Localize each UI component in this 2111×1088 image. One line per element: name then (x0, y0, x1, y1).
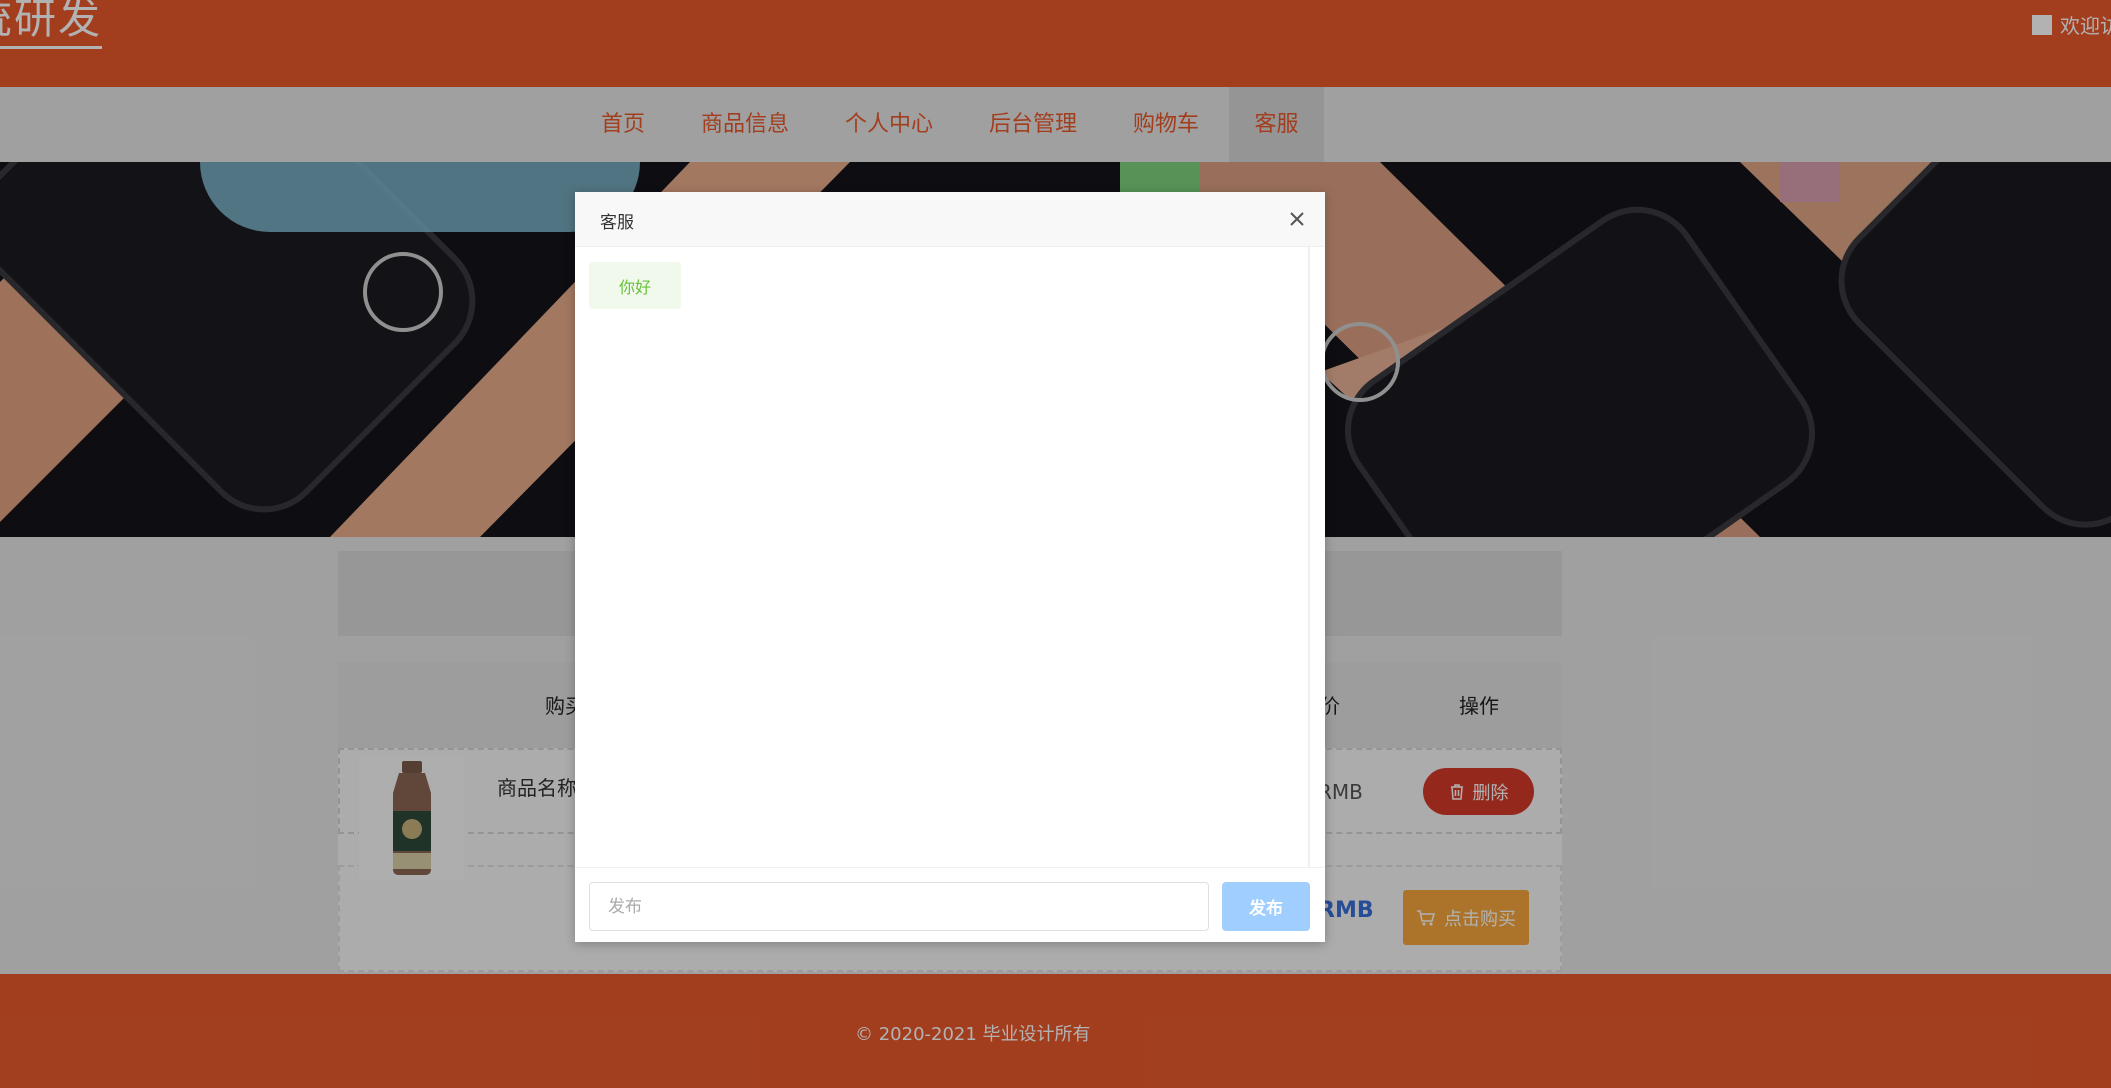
dialog-title: 客服 (600, 213, 634, 233)
close-button[interactable] (1285, 207, 1309, 231)
chat-messages[interactable]: 你好 (575, 247, 1310, 867)
customer-service-dialog: 客服 你好 发布 (575, 192, 1325, 942)
send-button[interactable]: 发布 (1222, 882, 1310, 931)
close-icon (1290, 212, 1304, 226)
chat-input-bar: 发布 (575, 867, 1325, 942)
message-input[interactable] (589, 882, 1209, 931)
dialog-header: 客服 (575, 192, 1325, 247)
chat-message: 你好 (589, 262, 681, 309)
